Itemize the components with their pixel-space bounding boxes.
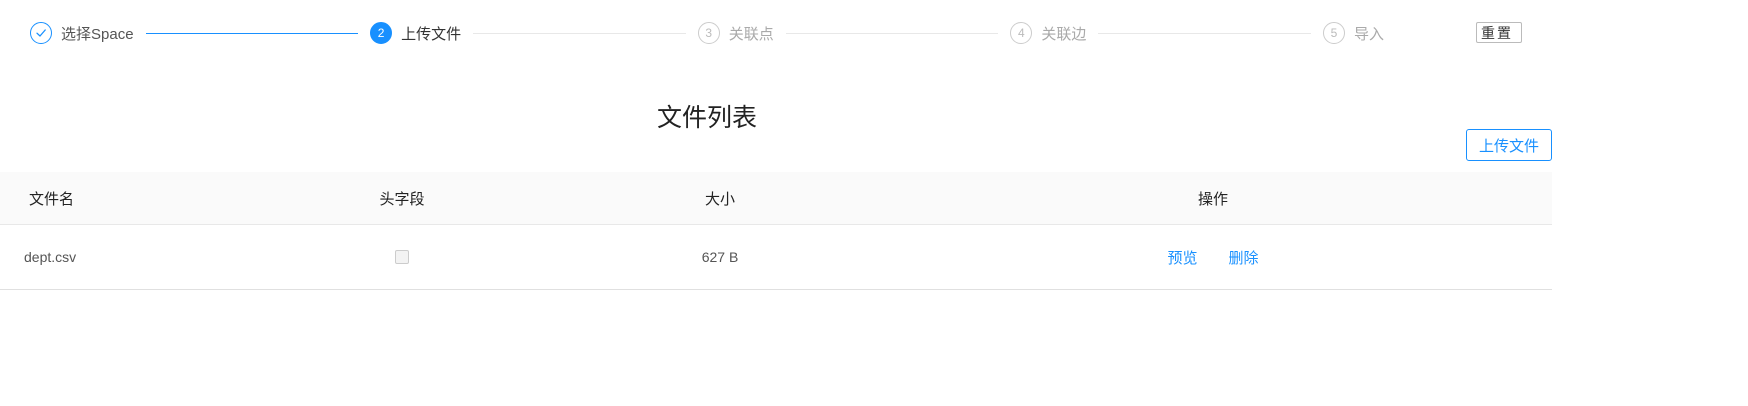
upload-file-button[interactable]: 上传文件	[1466, 129, 1552, 161]
check-icon	[30, 22, 52, 44]
step-number: 2	[370, 22, 393, 44]
step-connector	[1098, 32, 1311, 34]
page-title: 文件列表	[656, 104, 757, 132]
column-header-actions: 操作	[1197, 190, 1228, 208]
step-title: 关联边	[1041, 25, 1087, 43]
import-page: 选择Space 2 上传文件 3 关联点 4 关联边 5 导入 重置 文件列表 …	[0, 0, 1748, 406]
table-header: 文件名 头字段 大小 操作	[0, 172, 1552, 225]
step-number: 5	[1322, 22, 1345, 44]
step-title: 上传文件	[401, 25, 462, 43]
step-title: 选择Space	[61, 25, 134, 43]
step-select-space: 选择Space	[30, 22, 134, 44]
step-upload-files: 2 上传文件	[370, 22, 461, 44]
reset-button[interactable]: 重置	[1476, 22, 1522, 43]
file-size: 627 B	[701, 249, 739, 265]
step-title: 关联点	[728, 25, 774, 43]
step-connector	[473, 32, 686, 34]
step-number: 4	[1010, 22, 1033, 44]
header-field-cell	[352, 225, 452, 289]
step-title: 导入	[1353, 25, 1384, 43]
preview-link[interactable]: 预览	[1167, 247, 1197, 268]
import-steps: 选择Space 2 上传文件 3 关联点 4 关联边 5 导入	[30, 20, 1384, 46]
step-map-vertices: 3 关联点	[697, 22, 774, 44]
column-header-header-field: 头字段	[379, 190, 425, 208]
step-import: 5 导入	[1322, 22, 1384, 44]
table-row: dept.csv 627 B 预览 删除	[0, 225, 1552, 290]
column-header-size: 大小	[704, 190, 735, 208]
file-name: dept.csv	[24, 249, 77, 265]
row-actions: 预览 删除	[1113, 225, 1313, 289]
step-number: 3	[697, 22, 720, 44]
header-field-checkbox[interactable]	[395, 250, 409, 264]
step-connector	[785, 32, 999, 34]
delete-link[interactable]: 删除	[1229, 247, 1259, 268]
step-connector	[145, 32, 359, 34]
step-map-edges: 4 关联边	[1010, 22, 1086, 44]
column-header-filename: 文件名	[29, 190, 75, 208]
file-table: 文件名 头字段 大小 操作 dept.csv 627 B 预览 删除	[0, 172, 1552, 290]
